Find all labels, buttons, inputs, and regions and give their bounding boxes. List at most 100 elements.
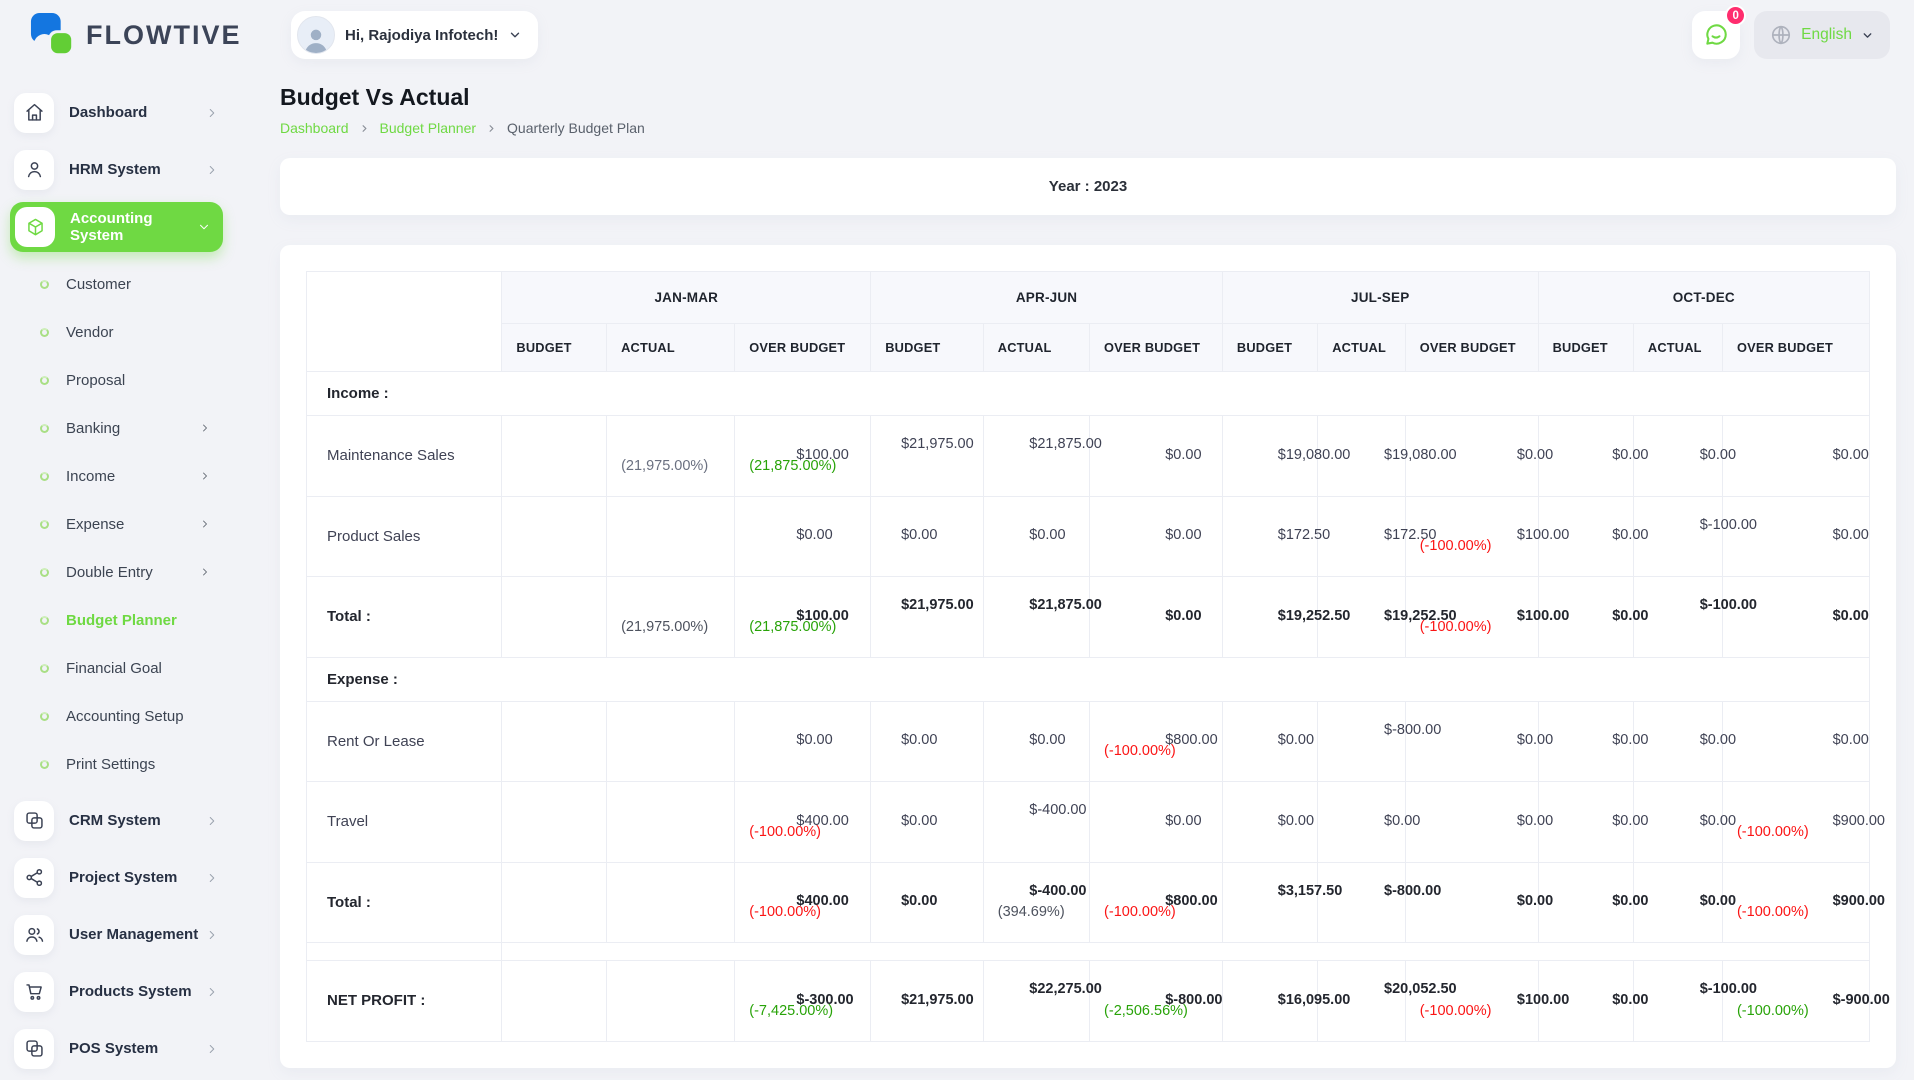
brand-logo[interactable]: FLOWTIVE [0,12,239,58]
value-cell: $21,875.00 (21,875.00%) [734,576,1102,658]
sidebar-subitem-label: Proposal [66,371,126,389]
sidebar-subitem-label: Financial Goal [66,659,162,677]
sidebar-item-dashboard[interactable]: Dashboard [0,84,233,141]
value-percent: (-100.00%) [1419,618,1492,635]
table-row-travel: Travel $400.00 $0.00 $-400.00 (-100.00%) $0.0… [305,781,1885,863]
spacer-cell [501,942,1870,961]
sidebar-subitem-financial-goal[interactable]: Financial Goal [0,644,233,692]
row-label-cell: Maintenance Sales [305,415,503,497]
user-greeting: Hi, Rajodiya Infotech! [345,26,499,44]
value-cell: $0.00 [606,861,937,943]
sidebar-subitem-label: Budget Planner [66,611,177,629]
home-icon [14,92,54,133]
metric-header-apr-jun-over-budget: OVER BUDGET [1089,323,1223,372]
value-cell: $19,080.00 [982,415,1350,497]
row-label-cell: Product Sales [305,495,503,577]
spacer-row [305,942,1870,961]
notification-count-badge: 0 [1725,5,1747,26]
row-label-cell: Rent Or Lease [305,700,503,782]
sidebar-subitem-double-entry[interactable]: Double Entry [0,548,233,596]
sidebar-subitem-label: Customer [66,275,132,293]
breadcrumb-dashboard[interactable]: Dashboard [280,120,349,136]
row-label-cell: Travel [305,781,503,863]
sidebar-item-label: Products System [69,983,192,1000]
chevron-right-icon [205,871,219,885]
table-row-net-profit: NET PROFIT : $-300.00 $21,975.00 $22,275.00… [305,960,1890,1042]
users-icon [14,914,54,955]
sidebar-item-hrm-system[interactable]: HRM System [0,141,233,198]
sidebar-subitem-label: Double Entry [66,563,153,581]
sidebar-item-pos-system[interactable]: POS System [0,1020,233,1077]
chevron-right-icon [205,814,219,828]
sidebar-subitem-label: Print Settings [66,755,156,773]
metric-header-jan-mar-budget: BUDGET [501,323,608,372]
sidebar-subitem-accounting-setup[interactable]: Accounting Setup [0,692,233,740]
value-cell: $-400.00 (-100.00%) [734,861,1087,943]
sidebar-subitem-budget-planner[interactable]: Budget Planner [0,596,233,644]
row-label-cell: Total : [305,576,503,658]
chevron-right-icon [199,470,211,482]
sidebar-subitem-label: Accounting Setup [66,707,184,725]
table-row-product-sales: Product Sales $0.00 $0.00 $0.00 $0.00 $172.50… [305,495,1871,577]
sidebar-item-products-system[interactable]: Products System [0,963,233,1020]
breadcrumb-budget-planner[interactable]: Budget Planner [380,120,477,136]
year-filter-card: Year : 2023 [280,158,1896,215]
chevron-down-icon [197,220,211,234]
bullet-icon [40,279,49,289]
value-cell: $100.00 [501,576,849,658]
sidebar-item-user-management[interactable]: User Management [0,906,233,963]
topbar: FLOWTIVE Hi, Rajodiya Infotech! 0 Englis… [0,0,1914,70]
quarter-header-jan-mar: JAN-MAR [501,271,872,324]
chevron-down-icon [1861,29,1874,42]
sidebar-subitem-banking[interactable]: Banking [0,404,233,452]
bullet-icon [40,711,49,721]
sidebar-subitem-income[interactable]: Income [0,452,233,500]
sidebar-item-accounting-system[interactable]: Accounting System [10,202,223,252]
section-row-expense: Expense : [306,656,1870,702]
bullet-icon [40,567,49,577]
chevron-right-icon [359,123,370,134]
bullet-icon [40,519,49,529]
budget-table-card: JAN-MAR APR-JUN JUL-SEP OCT-DEC BUDGET ACTUAL… [280,245,1896,1068]
sidebar-subitem-proposal[interactable]: Proposal [0,356,233,404]
breadcrumb-current: Quarterly Budget Plan [507,120,645,136]
sidebar-item-project-system[interactable]: Project System [0,849,233,906]
sidebar: Dashboard HRM System Accounting System Cust… [0,70,233,1080]
table-row-total: Total : $100.00 $21,975.00 (21,975.00%) $21,… [305,576,1871,658]
sidebar-subitem-print-settings[interactable]: Print Settings [0,740,233,788]
sidebar-subitem-expense[interactable]: Expense [0,500,233,548]
user-menu[interactable]: Hi, Rajodiya Infotech! [291,11,539,59]
budget-vs-actual-table: JAN-MAR APR-JUN JUL-SEP OCT-DEC BUDGET ACTUAL… [305,271,1890,1042]
sidebar-subitem-vendor[interactable]: Vendor [0,308,233,356]
globe-icon [1770,24,1792,46]
chat-bubble-icon [1703,22,1729,48]
breadcrumb: Dashboard Budget Planner Quarterly Budge… [280,120,1896,136]
sidebar-subitem-customer[interactable]: Customer [0,260,233,308]
language-selector[interactable]: English [1754,11,1890,59]
sidebar-submenu-accounting-system: Customer Vendor Proposal Banking Income Expen… [0,256,233,792]
pos-icon [14,1028,54,1069]
messages-button[interactable]: 0 [1692,5,1747,59]
sidebar-item-label: Accounting System [70,210,153,244]
value-cell: $0.00 [1221,861,1553,943]
value-cell: $0.00 [870,576,1202,658]
row-label-cell: NET PROFIT : [305,960,503,1042]
metric-header-jul-sep-actual: ACTUAL [1317,323,1406,372]
value-percent: (-100.00%) [1419,538,1492,555]
sidebar-item-label: User Management [69,926,199,943]
metric-header-oct-dec-over-budget: OVER BUDGET [1721,323,1871,372]
value-cell: $19,252.50 [982,576,1350,658]
user-icon [14,149,54,190]
sidebar-item-crm-system[interactable]: CRM System [0,792,233,849]
sidebar-subitem-label: Vendor [66,323,114,341]
value-cell: $0.00 [1089,781,1420,863]
quarter-header-oct-dec: OCT-DEC [1537,271,1871,324]
year-label: Year : 2023 [1048,178,1128,195]
value-cell: $172.50 [1089,495,1436,577]
value-cell: $21,975.00 (21,975.00%) [606,576,974,658]
bullet-icon [40,423,49,433]
value-cell: $0.00 [501,700,833,782]
table-row-rent-or-lease: Rent Or Lease $0.00 $0.00 $0.00 $800.00 $0.00… [305,700,1871,782]
chevron-right-icon [205,1042,219,1056]
value-cell: $3,157.50 (394.69%) [982,861,1342,943]
